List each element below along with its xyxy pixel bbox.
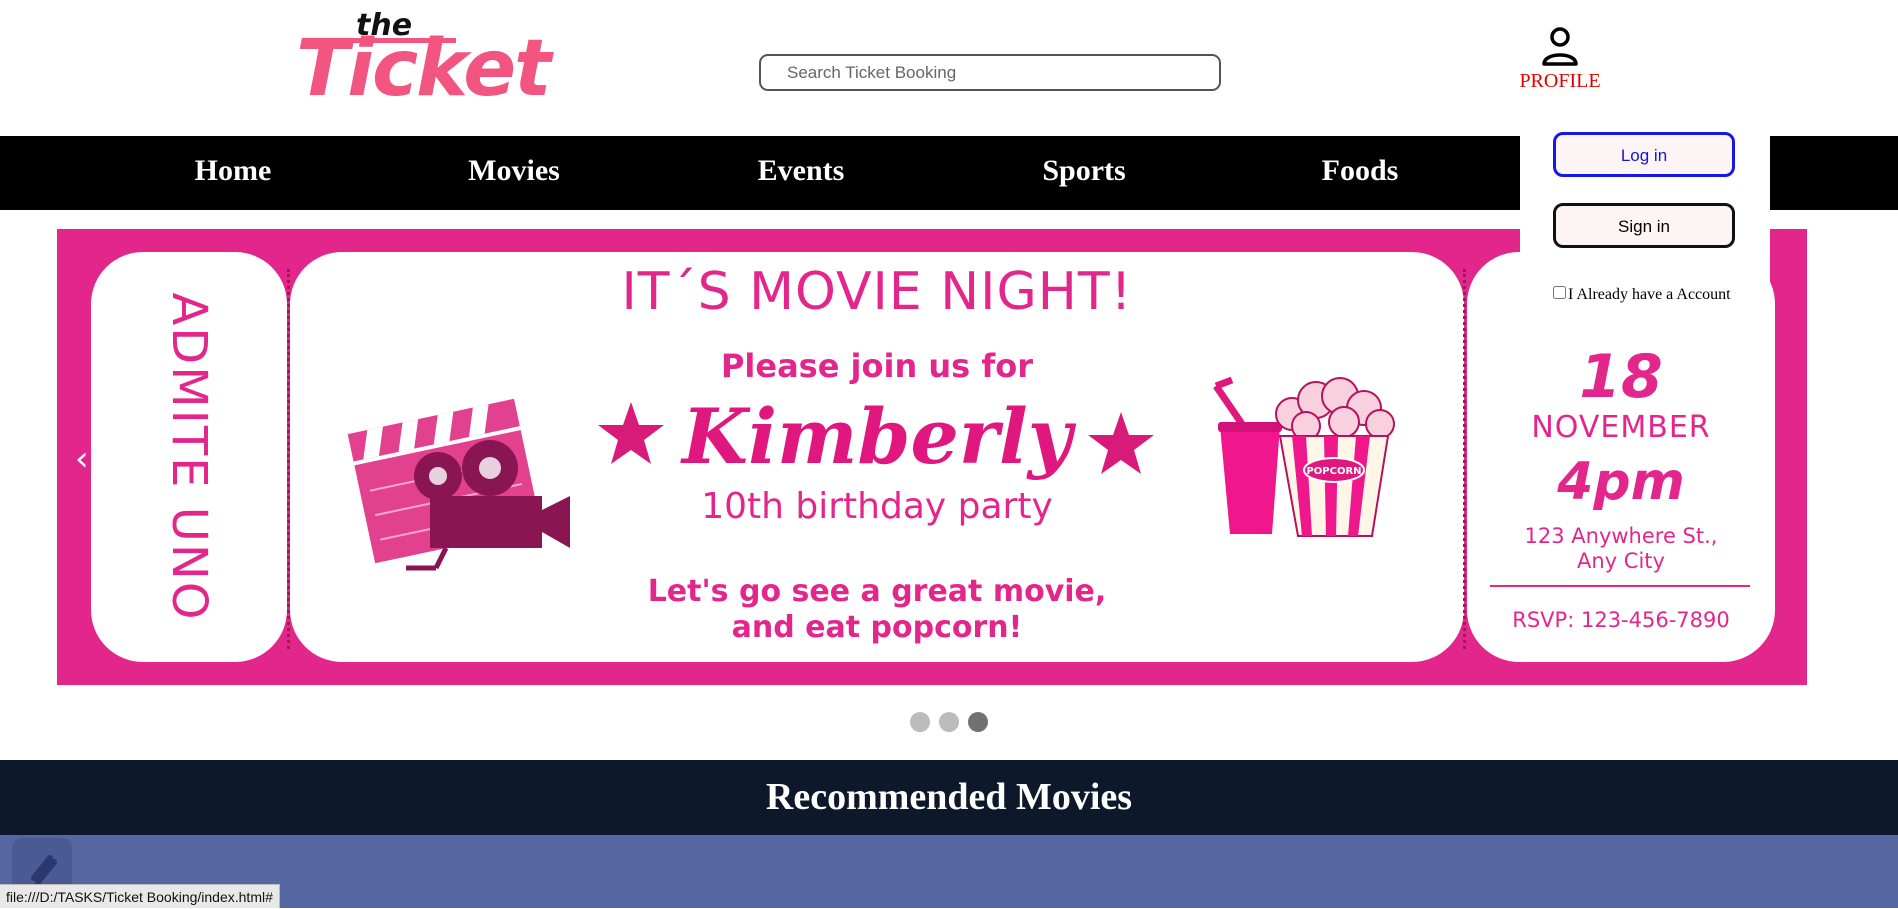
account-checkbox-label: I Already have a Account [1568, 286, 1731, 303]
slide-headline: IT´S MOVIE NIGHT! [621, 262, 1133, 322]
site-header: the Ticket PROFILE [0, 0, 1898, 136]
person-icon [1540, 26, 1580, 66]
ticket-stub-left: ADMITE UNO [91, 252, 287, 662]
event-day: 18 [1579, 342, 1663, 412]
signin-button[interactable]: Sign in [1553, 203, 1735, 248]
profile-dropdown: Log in Sign in I Already have a Account [1520, 124, 1770, 310]
carousel-dot-1[interactable] [910, 712, 930, 732]
account-checkbox[interactable] [1553, 286, 1566, 299]
nav-item-foods[interactable]: Foods [1322, 154, 1399, 188]
clapperboard-camera-icon [347, 398, 570, 571]
carousel-dot-2[interactable] [939, 712, 959, 732]
nav-item-home[interactable]: Home [195, 154, 272, 188]
ticket-main: IT´S MOVIE NIGHT! Please join us for Kim… [290, 252, 1464, 662]
nav-item-sports[interactable]: Sports [1042, 154, 1125, 188]
section-title: Recommended Movies [765, 776, 1133, 818]
search-input[interactable] [759, 54, 1221, 91]
event-rsvp: RSVP: 123-456-7890 [1512, 608, 1730, 632]
slide-message: Let's go see a great movie, and eat popc… [647, 574, 1107, 645]
carousel-dot-3[interactable] [968, 712, 988, 732]
login-button[interactable]: Log in [1553, 132, 1735, 177]
site-logo[interactable]: the Ticket [296, 8, 551, 126]
logo-ticket: Ticket [296, 24, 551, 114]
star-icon [1088, 412, 1154, 474]
recommended-section-header: Recommended Movies [0, 760, 1898, 835]
divider [1490, 585, 1750, 587]
profile-button[interactable]: PROFILE [1510, 26, 1610, 106]
popcorn-label: POPCORN [1306, 466, 1361, 477]
star-icon [598, 402, 664, 464]
event-month: NOVEMBER [1531, 410, 1711, 445]
nav-item-movies[interactable]: Movies [468, 154, 560, 188]
recommended-content [0, 835, 1898, 908]
carousel-prev-button[interactable]: ‹ [75, 439, 89, 479]
ticket-stub-right: 18 NOVEMBER 4pm 123 Anywhere St., Any Ci… [1467, 252, 1775, 662]
nav-item-events[interactable]: Events [758, 154, 845, 188]
status-bar-url: file:///D:/TASKS/Ticket Booking/index.ht… [0, 884, 280, 908]
popcorn-drink-icon: POPCORN [1213, 376, 1395, 537]
event-time: 4pm [1557, 452, 1685, 512]
account-checkbox-row[interactable]: I Already have a Account [1553, 286, 1731, 304]
perforation-right [1463, 269, 1466, 649]
event-address: 123 Anywhere St., Any City [1524, 524, 1718, 573]
stub-text: ADMITE UNO [161, 292, 217, 622]
carousel-dots [910, 712, 997, 732]
profile-label: PROFILE [1519, 70, 1601, 92]
